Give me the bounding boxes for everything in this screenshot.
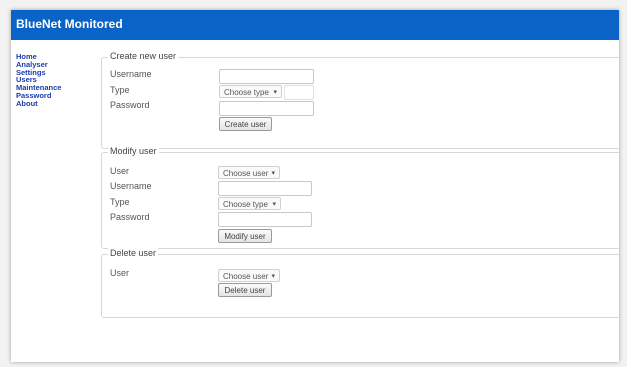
delete-user-title: Delete user xyxy=(108,248,159,258)
modify-user-title: Modify user xyxy=(108,146,159,156)
sidebar-nav: Home Analyser Settings Users Maintenance… xyxy=(16,53,61,108)
delete-user-value: Choose user xyxy=(223,272,269,281)
create-user-button[interactable]: Create user xyxy=(219,117,272,131)
app-title: BlueNet Monitored xyxy=(16,17,123,31)
modify-user-panel: Modify user User Choose user ▾ Username … xyxy=(101,146,619,249)
create-username-input[interactable] xyxy=(219,69,314,84)
type-label: Type xyxy=(110,197,130,207)
nav-about[interactable]: About xyxy=(16,99,61,108)
create-user-panel: Create new user Username Type Choose typ… xyxy=(101,51,619,149)
top-bar: BlueNet Monitored xyxy=(11,10,619,40)
chevron-down-icon: ▾ xyxy=(272,201,276,208)
username-label: Username xyxy=(110,69,152,79)
chevron-down-icon: ▾ xyxy=(271,273,275,280)
modify-user-value: Choose user xyxy=(223,169,269,178)
chevron-down-icon: ▾ xyxy=(271,170,275,177)
user-label: User xyxy=(110,268,130,278)
delete-user-button[interactable]: Delete user xyxy=(218,283,272,297)
create-password-input[interactable] xyxy=(219,101,314,116)
delete-user-select[interactable]: Choose user ▾ xyxy=(218,269,280,282)
modify-user-button[interactable]: Modify user xyxy=(218,229,272,243)
modify-type-value: Choose type xyxy=(223,200,268,209)
modify-type-select[interactable]: Choose type ▾ xyxy=(218,197,281,210)
delete-user-panel: Delete user User Choose user ▾ Delete us… xyxy=(101,248,619,318)
create-type-value: Choose type xyxy=(224,88,269,97)
modify-user-select[interactable]: Choose user ▾ xyxy=(218,166,280,179)
create-type-extra xyxy=(284,85,314,100)
app-window: BlueNet Monitored Home Analyser Settings… xyxy=(11,10,619,362)
password-label: Password xyxy=(110,212,150,222)
chevron-down-icon: ▾ xyxy=(273,89,277,96)
create-user-title: Create new user xyxy=(108,51,179,61)
modify-password-input[interactable] xyxy=(218,212,312,227)
type-label: Type xyxy=(110,85,130,95)
password-label: Password xyxy=(110,100,150,110)
modify-username-input[interactable] xyxy=(218,181,312,196)
create-type-select[interactable]: Choose type ▾ xyxy=(219,85,282,98)
user-label: User xyxy=(110,166,130,176)
username-label: Username xyxy=(110,181,152,191)
